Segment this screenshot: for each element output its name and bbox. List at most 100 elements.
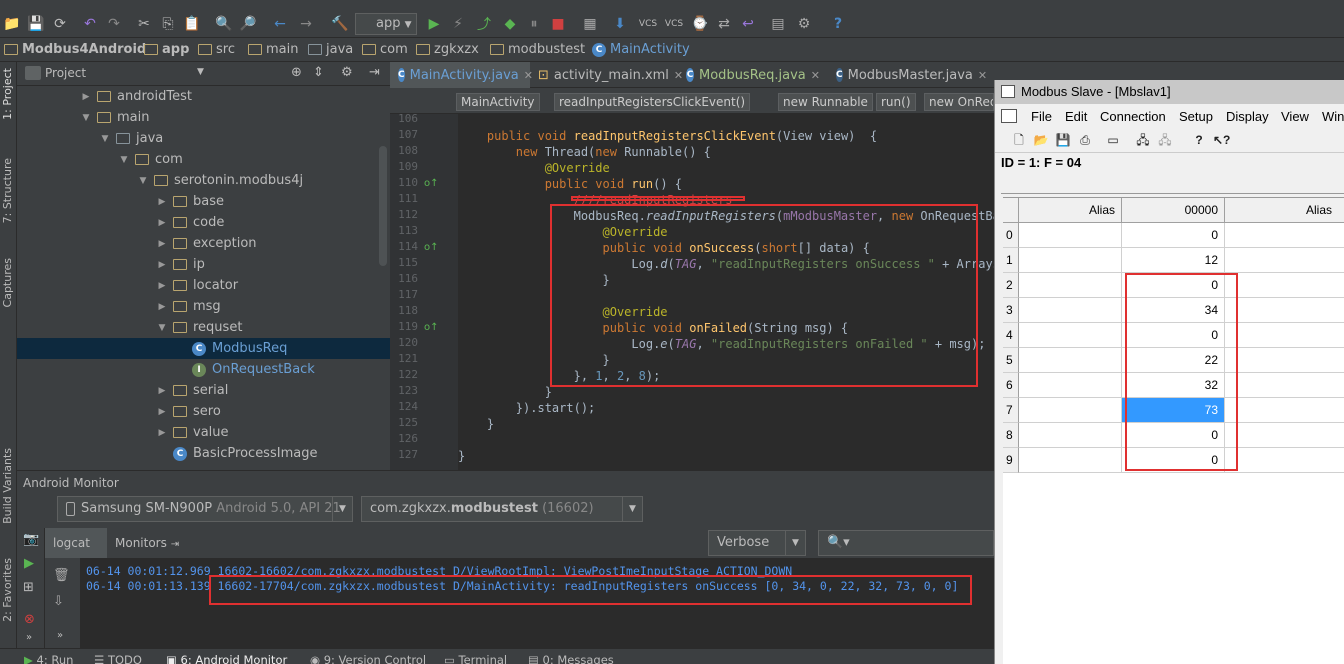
breadcrumb-mainactivity[interactable]: C MainActivity [592,42,690,57]
vcs-update-icon[interactable]: VCS [638,14,658,34]
menu-setup[interactable]: Setup [1179,109,1213,124]
screen-record-icon[interactable]: ⊞ [23,580,34,595]
scroll-from-source-icon[interactable]: ⊕ [291,65,302,80]
nav-class[interactable]: MainActivity [456,93,540,111]
menu-window[interactable]: Win [1322,109,1344,124]
col-address[interactable]: 00000 [1122,198,1225,223]
breadcrumb-modbustest[interactable]: modbustest [490,42,585,57]
tab-mainactivity[interactable]: C MainActivity.java ✕ [390,62,533,88]
tree-item[interactable]: ▼ serotonin.modbus4j [138,170,304,191]
attach-icon[interactable]: ⤴ [474,14,494,34]
project-tool-tab[interactable]: 1: Project [1,68,14,120]
cut-icon[interactable]: ✂ [134,14,154,34]
close-icon[interactable]: ✕ [978,69,987,82]
alias-cell[interactable] [1225,273,1344,298]
redo-icon[interactable]: ↷ [104,14,124,34]
alias-cell[interactable] [1225,348,1344,373]
register-value-cell[interactable]: 0 [1122,223,1225,248]
tab-modbusreq[interactable]: C ModbusReq.java ✕ [678,62,828,88]
alias-cell[interactable] [1019,448,1122,473]
breadcrumb-java[interactable]: java [308,42,353,57]
tree-item[interactable]: ▼ main [81,107,150,128]
override-marker-icon[interactable]: o↑ [424,322,439,333]
tool-todo[interactable]: ☰ TODO [94,653,142,664]
revert-icon[interactable]: ↩ [738,14,758,34]
tree-item[interactable]: C ModbusReq [176,338,287,359]
tab-monitors[interactable]: Monitors ⇥ [115,528,179,558]
vcs-commit-icon[interactable]: VCS [664,14,684,34]
nav-run[interactable]: run() [876,93,916,111]
alias-cell[interactable] [1225,398,1344,423]
alias-cell[interactable] [1019,223,1122,248]
process-select[interactable]: com.zgkxzx.modbustest (16602) ▼ [361,496,643,522]
tree-item[interactable]: ▶ androidTest [81,86,192,107]
tree-item[interactable]: ▶ serial [157,380,229,401]
open-icon[interactable]: 📂 [1033,132,1049,149]
compare-icon[interactable]: ⇄ [714,14,734,34]
copy-icon[interactable]: ⎘ [158,14,178,34]
tab-logcat[interactable]: logcat [45,528,107,558]
alias-cell[interactable] [1019,348,1122,373]
hide-panel-icon[interactable]: ⇥ [369,65,380,80]
tree-item[interactable]: C BasicProcessImage [157,443,317,464]
menu-view[interactable]: View [1281,109,1309,124]
window-icon[interactable]: ▭ [1105,132,1121,149]
chevron-right-icon[interactable]: ▶ [157,218,167,228]
tool-version-control[interactable]: ◉ 9: Version Control [310,653,426,664]
project-view-label[interactable]: Project [45,66,86,80]
avd-manager-icon[interactable]: ▦ [580,14,600,34]
chevron-right-icon[interactable]: ▶ [157,428,167,438]
chevron-right-icon[interactable]: ▶ [157,407,167,417]
alias-cell[interactable] [1019,373,1122,398]
folder-open-icon[interactable]: 📁 [2,14,22,34]
alias-cell[interactable] [1225,373,1344,398]
col-alias[interactable]: Alias [1019,198,1122,223]
apply-changes-icon[interactable]: ◆ [500,14,520,34]
terminate-icon[interactable]: ⊗ [24,612,35,627]
stop-icon[interactable]: ■ [548,14,568,34]
alias-cell[interactable] [1225,298,1344,323]
chevron-right-icon[interactable]: ▶ [157,197,167,207]
chevron-down-icon[interactable]: ▼ [81,113,91,123]
paste-icon[interactable]: 📋 [182,14,202,34]
tool-run[interactable]: ▶ 4: Run [24,653,73,664]
nav-onrequest[interactable]: new OnReq [924,93,994,111]
alias-cell[interactable] [1019,248,1122,273]
chevron-right-icon[interactable]: ▶ [81,92,91,102]
alias-cell[interactable] [1225,448,1344,473]
nav-runnable[interactable]: new Runnable [778,93,873,111]
history-icon[interactable]: ⌚ [690,14,710,34]
record-icon[interactable]: ▶ [24,556,34,571]
gear-icon[interactable]: ⚙ [341,65,353,80]
sync-icon[interactable]: ⟳ [50,14,70,34]
undo-icon[interactable]: ↶ [80,14,100,34]
help-icon[interactable]: ? [1191,132,1207,149]
tree-item[interactable]: ▶ code [157,212,225,233]
save-icon[interactable]: 💾 [1055,132,1071,149]
modbus-slave-titlebar[interactable]: Modbus Slave - [Mbslav1] [995,80,1344,104]
new-icon[interactable]: 🗋 [1011,132,1027,149]
breadcrumb-app[interactable]: app [144,42,189,57]
run-icon[interactable]: ▶ [424,14,444,34]
structure-tool-tab[interactable]: 7: Structure [1,158,14,223]
tab-modbusmaster[interactable]: C ModbusMaster.java ✕ [828,62,994,88]
override-marker-icon[interactable]: o↑ [424,178,439,189]
tree-item[interactable]: ▶ exception [157,233,257,254]
chevron-down-icon[interactable]: ▼ [119,155,129,165]
chevron-right-icon[interactable]: ▶ [157,302,167,312]
tree-item[interactable]: I OnRequestBack [176,359,315,380]
override-marker-icon[interactable]: o↑ [424,242,439,253]
chevron-down-icon[interactable]: ▼ [197,67,204,77]
tree-item[interactable]: ▶ ip [157,254,205,275]
breadcrumb-zgkxzx[interactable]: zgkxzx [416,42,479,57]
tool-android-monitor[interactable]: ▣ 6: Android Monitor [166,653,287,664]
alias-cell[interactable] [1019,298,1122,323]
menu-connection[interactable]: Connection [1100,109,1166,124]
find-icon[interactable]: 🔍 [214,14,234,34]
connect-icon[interactable]: 🖧 [1135,132,1151,149]
nav-method[interactable]: readInputRegistersClickEvent() [554,93,751,111]
run-config-select[interactable]: app ▼ [355,13,417,35]
more-icon[interactable]: » [26,632,32,643]
tool-terminal[interactable]: ▭ Terminal [444,653,507,664]
alias-cell[interactable] [1225,423,1344,448]
